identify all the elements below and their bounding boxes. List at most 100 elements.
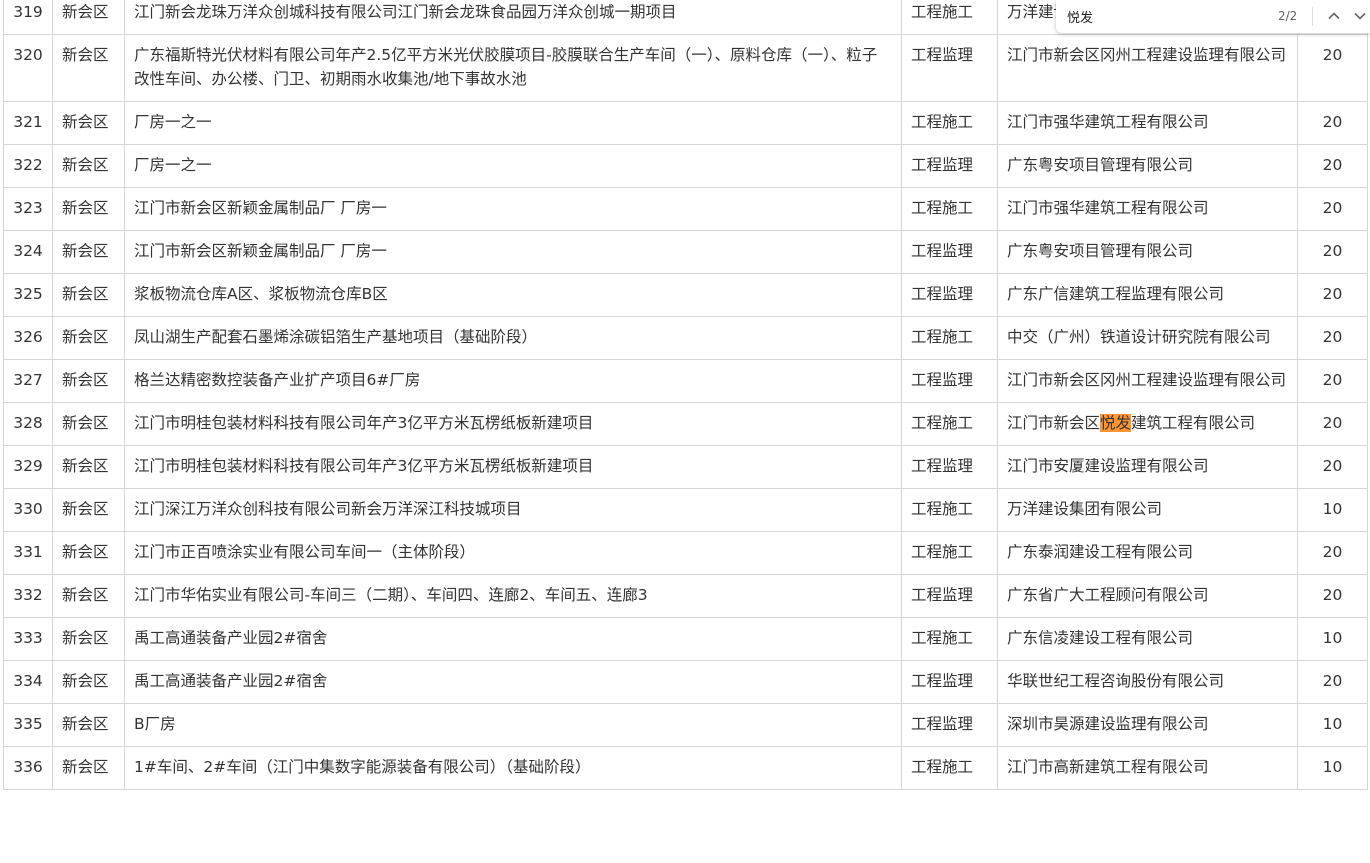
score-cell: 10: [1297, 746, 1368, 790]
table-row: 329 新会区 江门市明桂包装材料科技有限公司年产3亿平方米瓦楞纸板新建项目 工程监理…: [3, 445, 1368, 489]
region-cell: 新会区: [52, 574, 125, 618]
work-type-cell: 工程施工: [901, 746, 998, 790]
region-cell: 新会区: [52, 445, 125, 489]
company-cell: 中交（广州）铁道设计研究院有限公司: [997, 316, 1298, 360]
project-name-cell: 江门市明桂包装材料科技有限公司年产3亿平方米瓦楞纸板新建项目: [124, 402, 902, 446]
score-cell: 20: [1297, 273, 1368, 317]
table-body: 319 新会区 江门新会龙珠万洋众创城科技有限公司江门新会龙珠食品园万洋众创城一期项…: [3, 0, 1368, 790]
row-number: 324: [3, 230, 53, 274]
region-cell: 新会区: [52, 488, 125, 532]
row-number: 328: [3, 402, 53, 446]
find-match-count: 2/2: [1278, 9, 1298, 23]
work-type-cell: 工程监理: [901, 445, 998, 489]
score-cell: 20: [1297, 574, 1368, 618]
table-row: 327 新会区 格兰达精密数控装备产业扩产项目6#厂房 工程监理 江门市新会区冈州工程建…: [3, 359, 1368, 403]
row-number: 319: [3, 0, 53, 35]
row-number: 327: [3, 359, 53, 403]
score-cell: 10: [1297, 703, 1368, 747]
row-number: 322: [3, 144, 53, 188]
score-cell: 20: [1297, 101, 1368, 145]
company-cell: 江门市强华建筑工程有限公司: [997, 187, 1298, 231]
work-type-cell: 工程施工: [901, 402, 998, 446]
project-name-cell: 禹工高通装备产业园2#宿舍: [124, 617, 902, 661]
work-type-cell: 工程监理: [901, 660, 998, 704]
company-cell: 广东泰润建设工程有限公司: [997, 531, 1298, 575]
company-cell: 江门市新会区冈州工程建设监理有限公司: [997, 359, 1298, 403]
region-cell: 新会区: [52, 531, 125, 575]
score-cell: 20: [1297, 187, 1368, 231]
region-cell: 新会区: [52, 316, 125, 360]
work-type-cell: 工程施工: [901, 531, 998, 575]
score-cell: 20: [1297, 359, 1368, 403]
company-cell: 江门市高新建筑工程有限公司: [997, 746, 1298, 790]
row-number: 330: [3, 488, 53, 532]
row-number: 333: [3, 617, 53, 661]
company-cell: 江门市新会区悦发建筑工程有限公司: [997, 402, 1298, 446]
work-type-cell: 工程监理: [901, 359, 998, 403]
project-name-cell: 禹工高通装备产业园2#宿舍: [124, 660, 902, 704]
work-type-cell: 工程施工: [901, 488, 998, 532]
work-type-cell: 工程施工: [901, 101, 998, 145]
company-cell: 广东粤安项目管理有限公司: [997, 230, 1298, 274]
company-cell: 广东粤安项目管理有限公司: [997, 144, 1298, 188]
project-name-cell: 广东福斯特光伏材料有限公司年产2.5亿平方米光伏胶膜项目-胶膜联合生产车间（一）…: [124, 34, 902, 102]
row-number: 336: [3, 746, 53, 790]
project-name-cell: 江门市新会区新颖金属制品厂 厂房一: [124, 187, 902, 231]
region-cell: 新会区: [52, 273, 125, 317]
table-row: 324 新会区 江门市新会区新颖金属制品厂 厂房一 工程监理 广东粤安项目管理有限公司 2…: [3, 230, 1368, 274]
table-row: 326 新会区 凤山湖生产配套石墨烯涂碳铝箔生产基地项目（基础阶段） 工程施工 中交（广…: [3, 316, 1368, 360]
project-name-cell: 凤山湖生产配套石墨烯涂碳铝箔生产基地项目（基础阶段）: [124, 316, 902, 360]
project-name-cell: 厂房一之一: [124, 101, 902, 145]
work-type-cell: 工程监理: [901, 273, 998, 317]
score-cell: 10: [1297, 488, 1368, 532]
row-number: 335: [3, 703, 53, 747]
table-row: 322 新会区 厂房一之一 工程监理 广东粤安项目管理有限公司 20: [3, 144, 1368, 188]
project-name-cell: B厂房: [124, 703, 902, 747]
row-number: 326: [3, 316, 53, 360]
company-cell: 江门市新会区冈州工程建设监理有限公司: [997, 34, 1298, 102]
project-name-cell: 江门市华佑实业有限公司-车间三（二期）、车间四、连廊2、车间五、连廊3: [124, 574, 902, 618]
find-in-page-bar: 2/2: [1056, 0, 1370, 33]
score-cell: 20: [1297, 402, 1368, 446]
find-match-highlight: 悦发: [1100, 414, 1132, 432]
project-name-cell: 江门市正百喷涂实业有限公司车间一（主体阶段）: [124, 531, 902, 575]
find-divider: [1312, 7, 1313, 26]
table-row: 321 新会区 厂房一之一 工程施工 江门市强华建筑工程有限公司 20: [3, 101, 1368, 145]
score-cell: 20: [1297, 144, 1368, 188]
results-table: 319 新会区 江门新会龙珠万洋众创城科技有限公司江门新会龙珠食品园万洋众创城一期项…: [3, 0, 1368, 790]
table-row: 331 新会区 江门市正百喷涂实业有限公司车间一（主体阶段） 工程施工 广东泰润建设工程…: [3, 531, 1368, 575]
score-cell: 20: [1297, 230, 1368, 274]
row-number: 323: [3, 187, 53, 231]
table-row: 335 新会区 B厂房 工程监理 深圳市昊源建设监理有限公司 10: [3, 703, 1368, 747]
find-input[interactable]: [1065, 8, 1269, 25]
region-cell: 新会区: [52, 230, 125, 274]
company-text: 建筑工程有限公司: [1131, 414, 1256, 432]
row-number: 325: [3, 273, 53, 317]
project-name-cell: 江门新会龙珠万洋众创城科技有限公司江门新会龙珠食品园万洋众创城一期项目: [124, 0, 902, 35]
work-type-cell: 工程监理: [901, 34, 998, 102]
table-row: 333 新会区 禹工高通装备产业园2#宿舍 工程施工 广东信凌建设工程有限公司 10: [3, 617, 1368, 661]
score-cell: 20: [1297, 316, 1368, 360]
project-name-cell: 江门深江万洋众创科技有限公司新会万洋深江科技城项目: [124, 488, 902, 532]
row-number: 320: [3, 34, 53, 102]
chevron-up-icon[interactable]: [1322, 5, 1346, 27]
work-type-cell: 工程监理: [901, 703, 998, 747]
work-type-cell: 工程施工: [901, 316, 998, 360]
work-type-cell: 工程监理: [901, 230, 998, 274]
region-cell: 新会区: [52, 101, 125, 145]
project-name-cell: 江门市新会区新颖金属制品厂 厂房一: [124, 230, 902, 274]
region-cell: 新会区: [52, 34, 125, 102]
table-row: 325 新会区 浆板物流仓库A区、浆板物流仓库B区 工程监理 广东广信建筑工程监理有限公…: [3, 273, 1368, 317]
region-cell: 新会区: [52, 0, 125, 35]
work-type-cell: 工程监理: [901, 574, 998, 618]
score-cell: 10: [1297, 617, 1368, 661]
project-name-cell: 江门市明桂包装材料科技有限公司年产3亿平方米瓦楞纸板新建项目: [124, 445, 902, 489]
work-type-cell: 工程施工: [901, 617, 998, 661]
region-cell: 新会区: [52, 617, 125, 661]
work-type-cell: 工程施工: [901, 0, 998, 35]
row-number: 329: [3, 445, 53, 489]
company-cell: 江门市强华建筑工程有限公司: [997, 101, 1298, 145]
chevron-down-icon[interactable]: [1348, 5, 1370, 27]
project-name-cell: 格兰达精密数控装备产业扩产项目6#厂房: [124, 359, 902, 403]
work-type-cell: 工程施工: [901, 187, 998, 231]
